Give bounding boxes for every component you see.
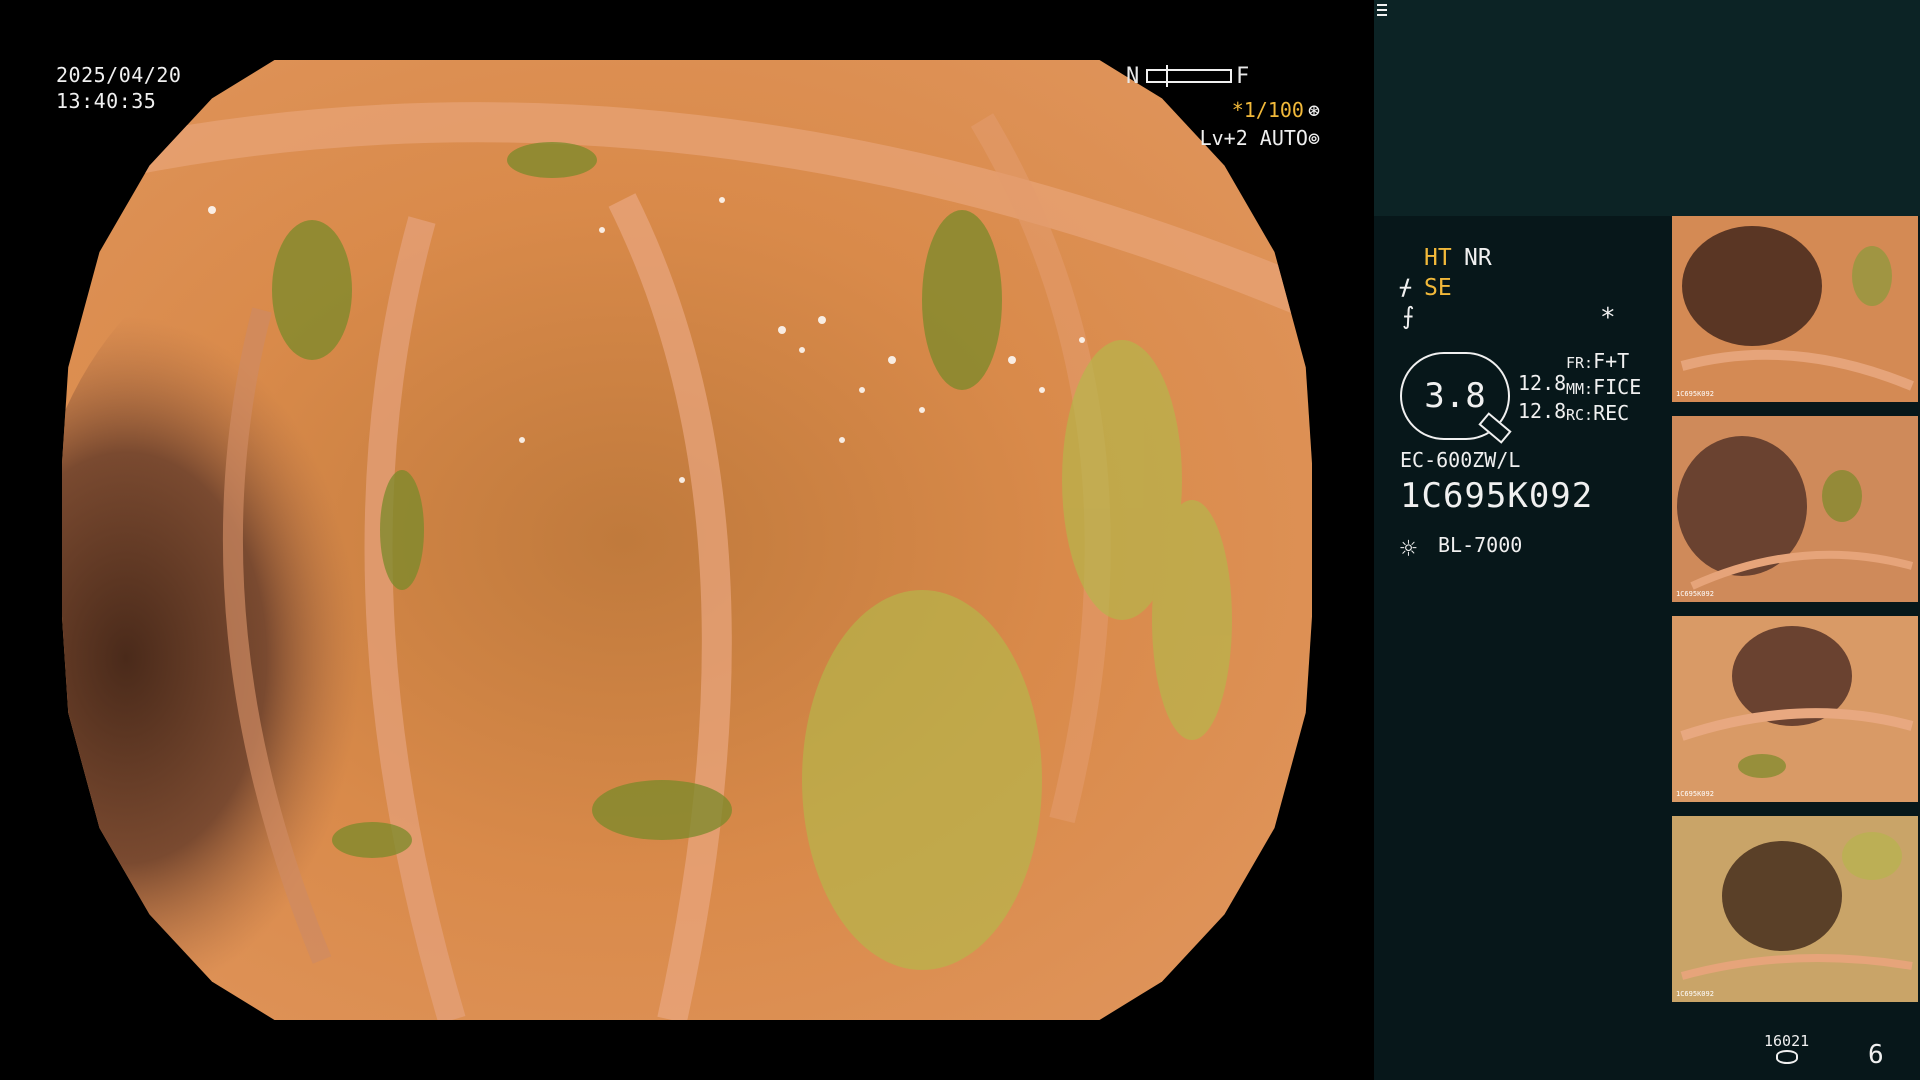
scope-model: EC-600ZW/L — [1400, 448, 1521, 472]
mm-value: FICE — [1593, 375, 1642, 399]
thumbnail-caption: 1C695K092 — [1676, 990, 1714, 998]
focus-gauge: N F — [1126, 64, 1256, 90]
rc-value: REC — [1593, 401, 1630, 425]
exposure-level: Lv+2 AUTO⊚ — [1200, 126, 1320, 150]
se-label: SE — [1424, 275, 1452, 301]
storage-counter: 16021 — [1764, 1032, 1810, 1050]
thumbnail-caption: 1C695K092 — [1676, 790, 1714, 798]
mm-key: MM: — [1566, 380, 1594, 398]
time-display: 13:40:35 — [56, 89, 157, 113]
near-label: N — [1126, 64, 1140, 89]
focus-gauge-bar — [1146, 69, 1232, 83]
fr-key: FR: — [1566, 354, 1594, 372]
scope-serial: 1C695K092 — [1400, 476, 1594, 516]
zoom-needle-icon — [1478, 412, 1512, 444]
thumbnail-1[interactable]: 1C695K092 — [1672, 216, 1918, 402]
light-source-icon: ☼ — [1400, 532, 1417, 565]
image-count: 6 — [1868, 1040, 1884, 1070]
light-source-model: BL-7000 — [1438, 533, 1523, 557]
endoscopy-screen: 2025/04/20 13:40:35 N F *1/100 ⊛ Lv+2 AUT… — [0, 0, 1920, 1080]
aperture-icon: ⊛ — [1307, 98, 1320, 122]
structure-enhancement-icon: ᚋ — [1400, 275, 1411, 300]
focus-gauge-marker — [1166, 65, 1168, 87]
zoom-value: 3.8 — [1424, 376, 1486, 416]
zoom-indicator: 3.8 — [1400, 352, 1512, 444]
fr-setting: FR:F+T — [1566, 348, 1629, 376]
value-bottom: 12.8 — [1518, 399, 1567, 423]
thumbnail-caption: 1C695K092 — [1676, 590, 1714, 598]
fr-value: F+T — [1593, 349, 1630, 373]
mm-setting: MM:FICE — [1566, 374, 1641, 402]
thumbnail-2[interactable]: 1C695K092 — [1672, 416, 1918, 602]
far-label: F — [1236, 64, 1250, 89]
storage-disk-icon — [1776, 1050, 1798, 1064]
shutter-speed: *1/100 ⊛ — [1232, 98, 1320, 122]
level-value: Lv+2 AUTO — [1199, 126, 1308, 150]
thumbnail-4[interactable]: 1C695K092 — [1672, 816, 1918, 1002]
rc-key: RC: — [1566, 406, 1594, 424]
date-display: 2025/04/20 — [56, 63, 182, 87]
iris-icon: ⊚ — [1307, 126, 1320, 150]
thumbnail-caption: 1C695K092 — [1676, 390, 1714, 398]
info-panel-header — [1374, 0, 1920, 216]
nr-label: NR — [1464, 245, 1492, 271]
color-enhancement-icon: ⨍ — [1402, 302, 1415, 330]
asterisk-mark: * — [1600, 303, 1616, 333]
ht-label: HT — [1424, 245, 1452, 271]
shutter-value: *1/100 — [1231, 98, 1304, 122]
endoscopic-image — [62, 60, 1312, 1020]
thumbnail-3[interactable]: 1C695K092 — [1672, 616, 1918, 802]
rc-setting: RC:REC — [1566, 400, 1629, 428]
value-top: 12.8 — [1518, 371, 1567, 395]
